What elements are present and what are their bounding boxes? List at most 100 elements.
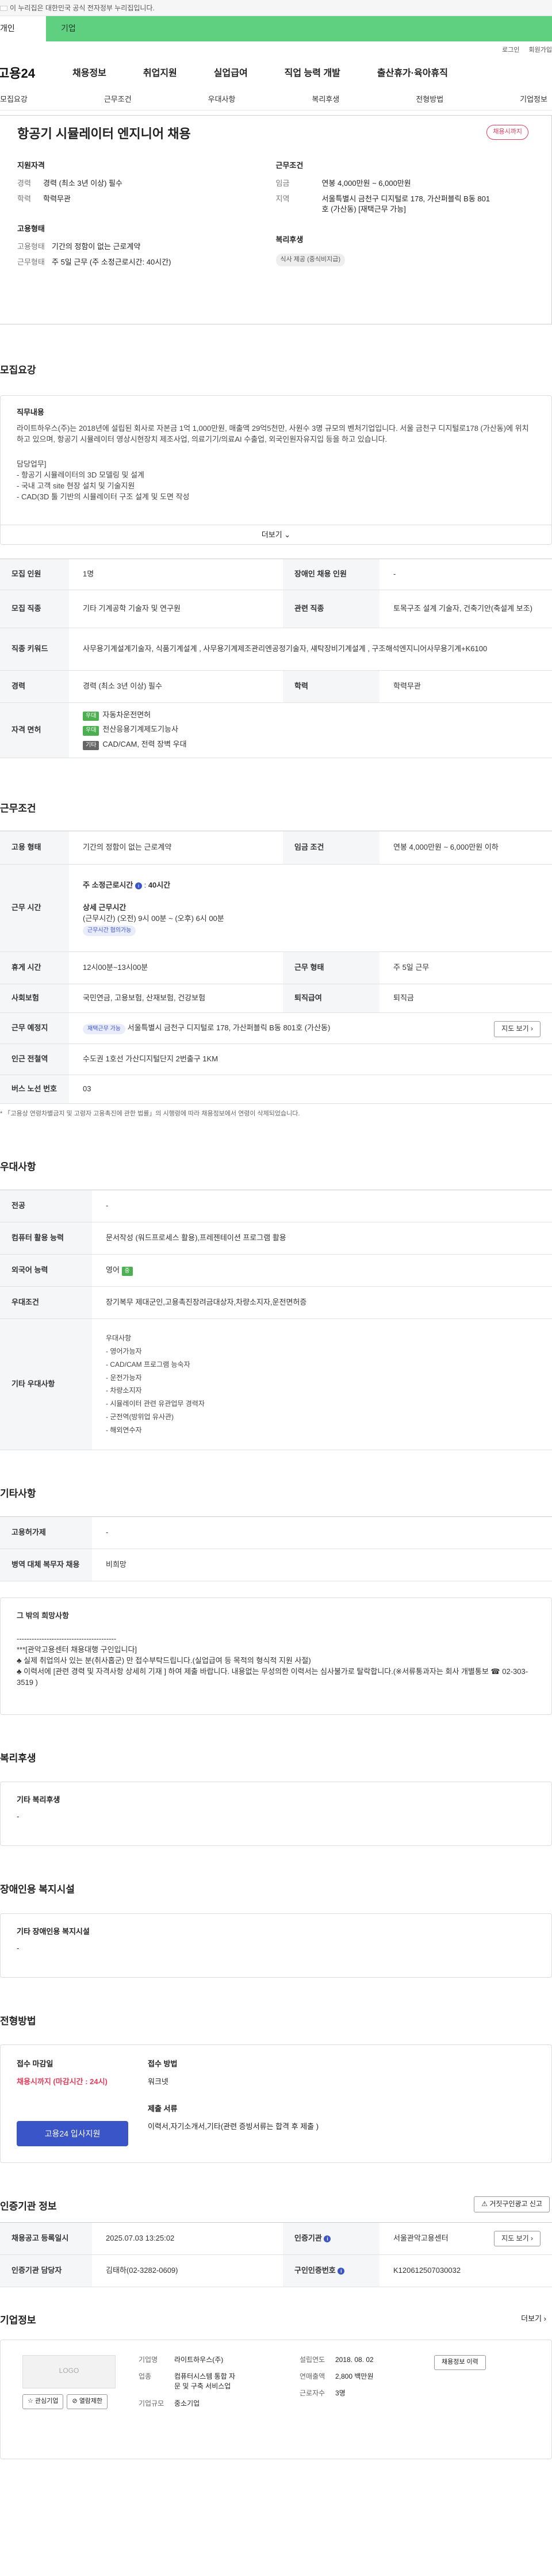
company-more-link[interactable]: 더보기 › [521, 2314, 546, 2325]
main-navigation: 고용24 채용정보 취업지원 실업급여 직업 능력 개발 출산휴가·육아휴직 [0, 58, 552, 90]
hope-box: 그 밖의 희망사항 ------------------------------… [0, 1597, 552, 1715]
row-value: 연봉 4,000만원 ~ 6,000만원 이하 [379, 831, 552, 865]
tab-company[interactable]: 기업 [46, 16, 552, 41]
row-label: 자격 면허 [0, 702, 69, 758]
nav-unemployment-benefit[interactable]: 실업급여 [214, 67, 248, 80]
label: 설립연도 [300, 2355, 325, 2364]
info-icon[interactable]: i [135, 882, 142, 890]
more-label: 더보기 [261, 530, 282, 539]
row-value: 2025.07.03 13:25:02 [92, 2222, 283, 2256]
pref-line: - 차량소지자 [106, 1386, 142, 1395]
row-value: 토목구조 설계 기술자, 건축기안(축설계 보조) [379, 590, 552, 628]
nav-parental-leave[interactable]: 출산휴가·육아휴직 [377, 67, 448, 80]
nav-employment-support[interactable]: 취업지원 [143, 67, 177, 80]
pref-line: - 영어가능자 [106, 1347, 142, 1355]
welfare-value: - [17, 1811, 20, 1821]
anchor-welfare[interactable]: 복리후생 [312, 94, 339, 105]
login-link[interactable]: 로그인 [502, 47, 519, 53]
value: 연봉 4,000만원 ~ 6,000만원 [321, 178, 411, 188]
industry: 컴퓨터시스템 통합 자문 및 구축 서비스업 [174, 2372, 236, 2391]
duty-box: 직무내용 라이트하우스(주)는 2018년에 설립된 회사로 자본금 1억 1,… [0, 395, 552, 545]
row-label: 사회보험 [0, 984, 69, 1014]
cert-map-button[interactable]: 지도 보기 › [494, 2231, 540, 2247]
row-label: 인증기관 i [283, 2222, 379, 2256]
label: 지역 [275, 194, 290, 203]
tag: 우대 [83, 726, 99, 736]
row-label: 인증기관 담당자 [0, 2254, 92, 2288]
pref-table: 전공 - 컴퓨터 활용 능력 문서작성 (워드프로세스 활용),프레젠테이션 프로그… [0, 1189, 552, 1450]
etc-pref-cell: 우대사항 - 영어가능자 - CAD/CAM 프로그램 능숙자 - 운전가능자 - 차량… [92, 1318, 552, 1450]
founded: 2018. 08. 02 [335, 2355, 374, 2364]
row-label: 경력 [0, 670, 69, 703]
more-label: 더보기 [521, 2314, 542, 2323]
detail-heading: 상세 근무시간 [83, 903, 126, 912]
anchor-conditions[interactable]: 근무조건 [104, 94, 132, 105]
row-label: 장애인 채용 인원 [283, 559, 379, 590]
deadline-badge: 채용시까지 [486, 125, 528, 140]
work-title: 근무조건 [0, 802, 36, 814]
duty-line: 담당업무] [17, 460, 47, 469]
negotiable-chip: 근무시간 협의가능 [83, 925, 136, 937]
anchor-company[interactable]: 기업정보 [520, 94, 547, 105]
detail-hours: (근무시간) (오전) 9시 00분 ~ (오후) 6시 00분 [83, 914, 224, 923]
license-list: 우대 자동차운전면허 우대 전산응용기계제도기능사 기타 CAD/CAM, 전력 장벽… [69, 702, 552, 758]
info-icon[interactable]: i [338, 2268, 345, 2275]
row-label: 학력 [283, 670, 379, 703]
row-label: 근무 형태 [283, 951, 379, 985]
more-button[interactable]: 더보기 ⌄ [1, 524, 551, 544]
org-label: 인증기관 [294, 2234, 322, 2243]
pref-line: - CAD/CAM 프로그램 능숙자 [106, 1360, 190, 1369]
utility-links: 로그인 회원가입 [0, 41, 552, 58]
row-label: 외국어 능력 [0, 1254, 92, 1287]
label: 기업명 [139, 2355, 158, 2364]
process-box: 접수 마감일 채용시까지 (마감시간 : 24시) 고용24 입사지원 접수 방… [0, 2044, 552, 2164]
top-notice-bar: 이 누리집은 대한민국 공식 전자정부 누리집입니다. [0, 0, 552, 16]
label: 근무형태 [17, 258, 45, 267]
welfare-heading: 복리후생 [275, 235, 304, 244]
company-scale: 중소기업 [174, 2399, 200, 2407]
apply-heading: 지원자격 [17, 160, 45, 170]
label: 근로자수 [300, 2389, 325, 2398]
site-logo[interactable]: 고용24 [0, 64, 72, 83]
row-value: 퇴직금 [379, 984, 552, 1014]
hope-text: ♣ 실제 취업의사 있는 분(취사홉군) 만 접수부탁드립니다.(실업급여 등 … [17, 1656, 311, 1665]
nav-vocational-training[interactable]: 직업 능력 개발 [285, 67, 340, 80]
block-company-button[interactable]: ⊘ 열람제한 [67, 2394, 108, 2409]
language: 영어 [106, 1265, 120, 1274]
row-label: 휴게 시간 [0, 951, 69, 985]
tag: 기타 [83, 740, 99, 751]
block-label: 열람제한 [79, 2397, 103, 2405]
anchor-process[interactable]: 전형방법 [416, 94, 443, 105]
label: 경력 [17, 178, 31, 188]
info-icon[interactable]: i [324, 2235, 331, 2243]
job-history-button[interactable]: 채용정보 이력 [434, 2355, 486, 2370]
row-value: 기간의 정함이 없는 근로계약 [69, 831, 283, 865]
duty-line: - 항공기 시뮬레이터의 3D 모델링 및 설계 [17, 471, 145, 480]
map-button[interactable]: 지도 보기 › [494, 1021, 540, 1037]
conditions-heading: 근무조건 [275, 160, 304, 170]
other-title: 기타사항 [0, 1488, 36, 1499]
tab-personal[interactable]: 개인 [0, 16, 46, 41]
nav-jobs[interactable]: 채용정보 [72, 67, 106, 80]
job-summary-card: 항공기 시뮬레이터 엔지니어 채용 채용시까지 지원자격 경력 경력 (최소 3년… [0, 115, 552, 324]
favorite-company-button[interactable]: ☆ 관심기업 [22, 2394, 64, 2409]
week-hours: 40시간 [148, 881, 171, 890]
employment-heading: 고용형태 [17, 224, 45, 234]
anchor-preference[interactable]: 우대사항 [208, 94, 236, 105]
row-label: 근무 시간 [0, 864, 69, 953]
apply-button[interactable]: 고용24 입사지원 [17, 2121, 128, 2147]
label: 연매출액 [300, 2372, 325, 2381]
remote-chip: 재택근무 가능 [83, 1023, 125, 1035]
report-button[interactable]: ⚠ 거짓구인광고 신고 [474, 2196, 550, 2212]
value: 기간의 정함이 없는 근로계약 [52, 242, 141, 251]
value: 학력무관 [43, 194, 71, 203]
flag-icon [0, 6, 7, 12]
join-link[interactable]: 회원가입 [529, 47, 552, 53]
row-label: 병역 대체 복무자 채용 [0, 1549, 92, 1581]
company-name: 라이트하우스(주) [174, 2355, 224, 2364]
welfare-title: 복리후생 [0, 1752, 36, 1764]
tag: 우대 [83, 711, 99, 721]
section-anchor-nav: 모집요강 근무조건 우대사항 복리후생 전형방법 기업정보 [0, 90, 552, 110]
anchor-recruit[interactable]: 모집요강 [0, 94, 28, 105]
license: CAD/CAM, 전력 장벽 우대 [102, 739, 187, 748]
